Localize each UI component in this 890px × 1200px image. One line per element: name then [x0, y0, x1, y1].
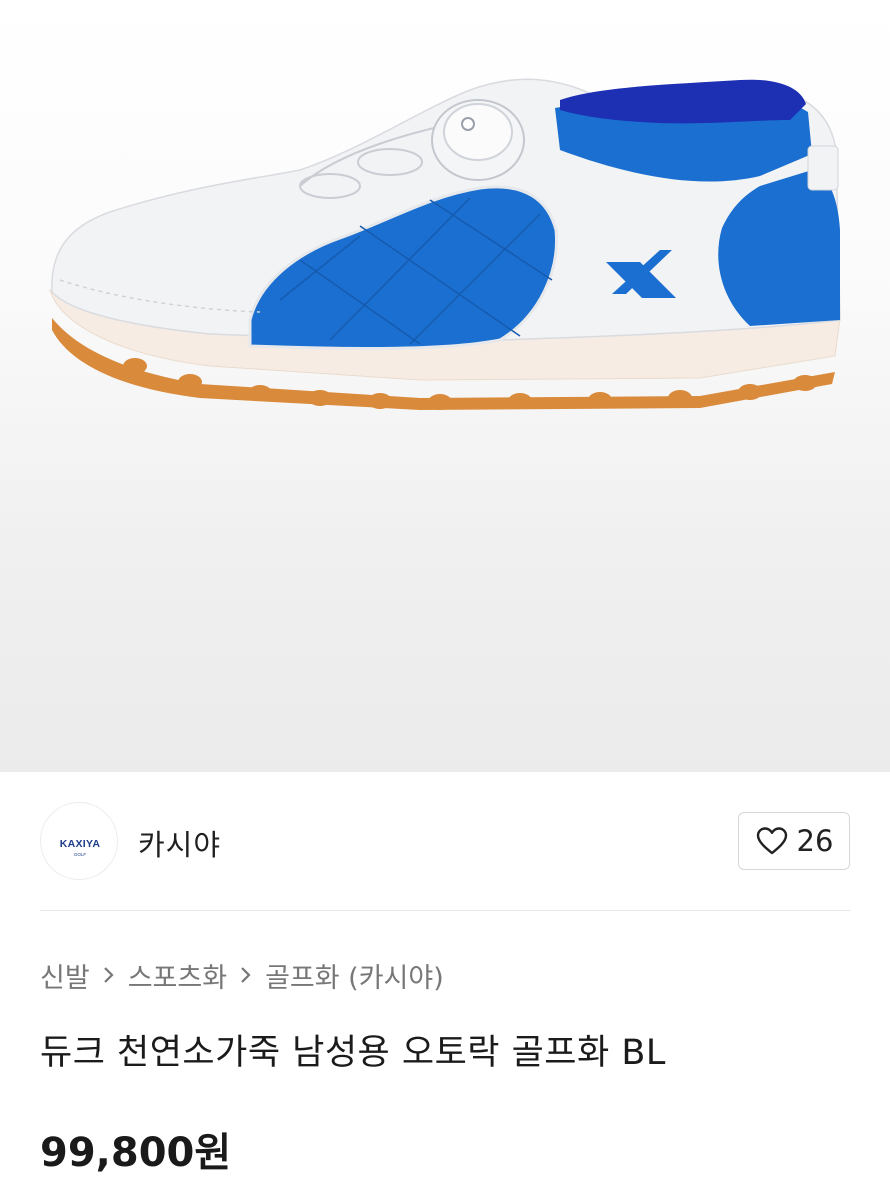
golf-shoe-illustration — [49, 78, 841, 410]
kaxiya-logo-icon: KAXIYA GOLF — [60, 838, 101, 857]
seller-logo[interactable]: KAXIYA GOLF — [40, 802, 118, 880]
breadcrumb-item-sports-shoes[interactable]: 스포츠화 — [128, 956, 227, 995]
chevron-right-icon — [239, 965, 253, 985]
seller-name[interactable]: 카시야 — [138, 822, 221, 864]
boa-dial — [431, 99, 525, 181]
product-image[interactable] — [0, 0, 890, 772]
logo-subtext: GOLF — [74, 852, 87, 857]
collar-lining — [560, 79, 806, 124]
chevron-right-icon — [102, 965, 116, 985]
breadcrumb-item-shoes[interactable]: 신발 — [40, 956, 90, 995]
breadcrumb: 신발 스포츠화 골프화 (카시야) — [40, 956, 444, 994]
breadcrumb-item-golf-shoes[interactable]: 골프화 (카시야) — [265, 956, 444, 995]
divider — [40, 910, 850, 911]
product-title: 듀크 천연소가죽 남성용 오토락 골프화 BL — [40, 1033, 666, 1073]
like-count: 26 — [796, 824, 834, 858]
product-price: 99,800원 — [40, 1130, 232, 1176]
seller-row: KAXIYA GOLF 카시야 26 — [40, 800, 850, 880]
logo-text: KAXIYA — [60, 838, 101, 850]
heart-icon — [756, 827, 787, 855]
like-button[interactable]: 26 — [738, 812, 850, 870]
heel-tab — [807, 145, 839, 191]
